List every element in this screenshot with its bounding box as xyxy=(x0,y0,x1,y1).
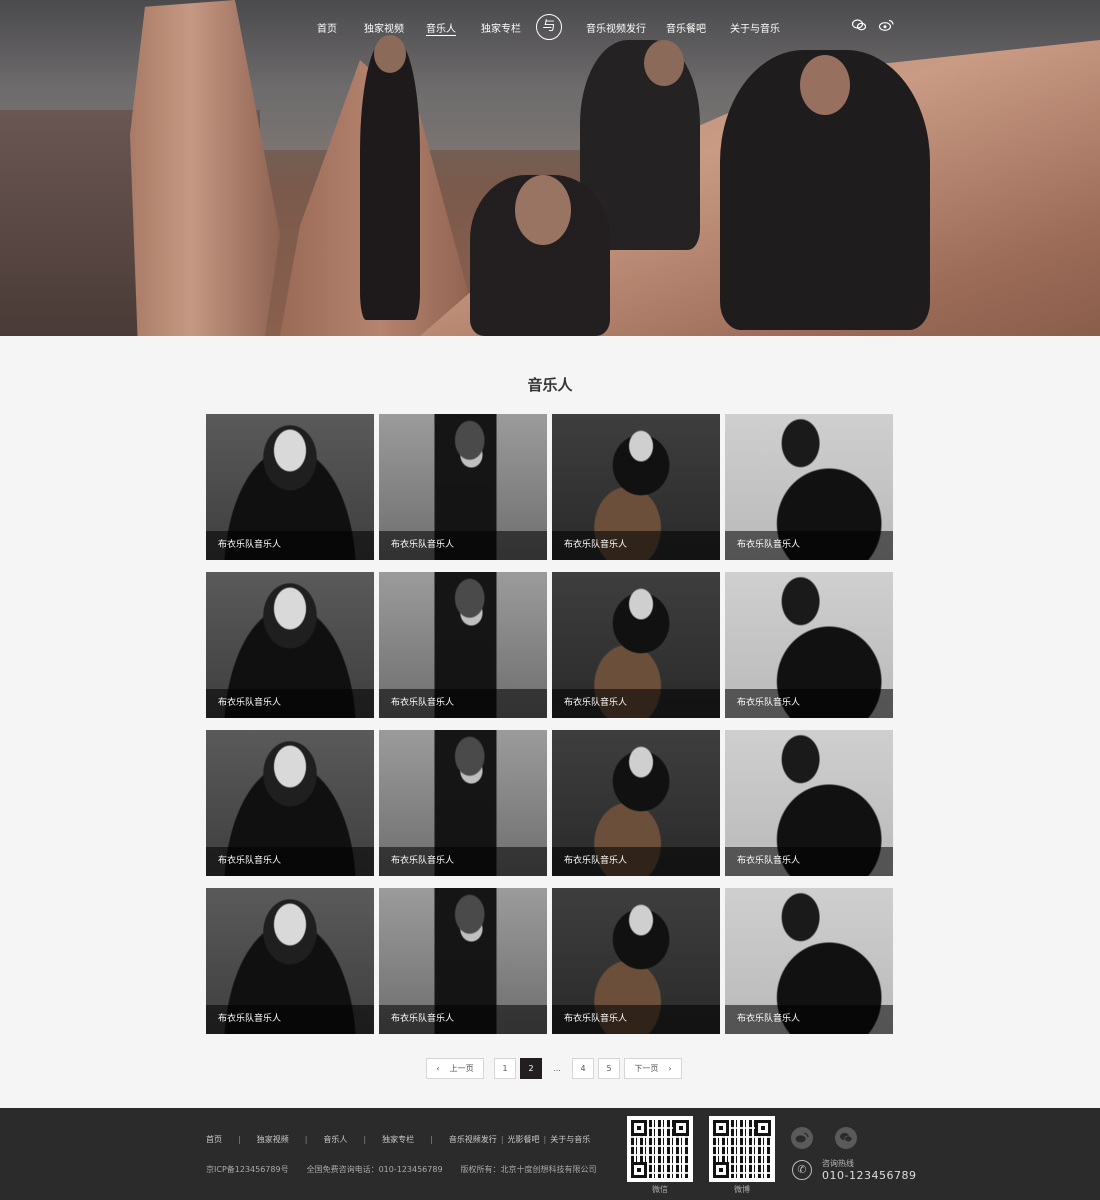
wechat-icon[interactable] xyxy=(835,1127,857,1149)
musician-caption: 布衣乐队音乐人 xyxy=(379,1005,547,1034)
hero-band-member-head xyxy=(800,55,850,115)
footer: 首页 | 独家视频 | 音乐人 | 独家专栏 | 音乐视频发行 | 光影餐吧 |… xyxy=(0,1108,1100,1200)
footer-link-home[interactable]: 首页 xyxy=(206,1134,222,1145)
prev-page-label: 上一页 xyxy=(449,1064,474,1073)
pagination: ‹ 上一页 1 2 ... 4 5 下一页 › xyxy=(426,1058,682,1079)
footer-separator: | xyxy=(430,1135,433,1144)
musician-card[interactable]: 布衣乐队音乐人 xyxy=(552,572,720,718)
musician-caption: 布衣乐队音乐人 xyxy=(725,847,893,876)
hero-band-member xyxy=(360,40,420,320)
musician-caption: 布衣乐队音乐人 xyxy=(725,689,893,718)
weibo-qr-label: 微博 xyxy=(734,1185,750,1194)
nav-item-exclusive-column[interactable]: 独家专栏 xyxy=(481,20,521,35)
musician-card[interactable]: 布衣乐队音乐人 xyxy=(206,414,374,560)
musician-caption: 布衣乐队音乐人 xyxy=(379,531,547,560)
musician-card[interactable]: 布衣乐队音乐人 xyxy=(379,888,547,1034)
musician-card[interactable]: 布衣乐队音乐人 xyxy=(206,730,374,876)
footer-link-about[interactable]: 关于与音乐 xyxy=(550,1134,590,1145)
page-number-button[interactable]: 4 xyxy=(572,1058,594,1079)
musician-caption: 布衣乐队音乐人 xyxy=(379,689,547,718)
chevron-right-icon: › xyxy=(668,1064,672,1073)
nav-item-music-video-release[interactable]: 音乐视频发行 xyxy=(586,20,646,35)
footer-separator: | xyxy=(304,1135,308,1144)
page-number-button[interactable]: 5 xyxy=(598,1058,620,1079)
musician-card[interactable]: 布衣乐队音乐人 xyxy=(552,888,720,1034)
musician-caption: 布衣乐队音乐人 xyxy=(379,847,547,876)
footer-phone-line: 全国免费咨询电话：010-123456789 xyxy=(306,1165,443,1174)
nav-item-music-bar[interactable]: 音乐餐吧 xyxy=(666,20,706,35)
musician-caption: 布衣乐队音乐人 xyxy=(725,531,893,560)
weibo-icon[interactable] xyxy=(791,1127,813,1149)
musician-card[interactable]: 布衣乐队音乐人 xyxy=(206,572,374,718)
musician-caption: 布衣乐队音乐人 xyxy=(552,847,720,876)
hero-band-member-head xyxy=(515,175,571,245)
page-ellipsis: ... xyxy=(553,1064,561,1073)
musician-card[interactable]: 布衣乐队音乐人 xyxy=(725,730,893,876)
site-logo[interactable]: 与 xyxy=(536,14,562,40)
phone-icon: ✆ xyxy=(792,1160,812,1180)
footer-link-exclusive-video[interactable]: 独家视频 xyxy=(257,1134,289,1145)
musician-card[interactable]: 布衣乐队音乐人 xyxy=(379,414,547,560)
top-navigation: 首页 独家视频 音乐人 独家专栏 与 音乐视频发行 音乐餐吧 关于与音乐 xyxy=(0,0,1100,56)
footer-separator: | xyxy=(363,1135,367,1144)
footer-link-musicians[interactable]: 音乐人 xyxy=(323,1134,347,1145)
prev-page-button[interactable]: ‹ 上一页 xyxy=(426,1058,484,1079)
footer-link-exclusive-column[interactable]: 独家专栏 xyxy=(382,1134,414,1145)
musician-caption: 布衣乐队音乐人 xyxy=(552,689,720,718)
musician-card[interactable]: 布衣乐队音乐人 xyxy=(725,572,893,718)
musician-card[interactable]: 布衣乐队音乐人 xyxy=(206,888,374,1034)
footer-link-music-video-release[interactable]: 音乐视频发行 xyxy=(449,1134,497,1145)
next-page-label: 下一页 xyxy=(634,1064,659,1073)
wechat-qr-label: 微信 xyxy=(652,1185,668,1194)
hotline-number: 010-123456789 xyxy=(822,1169,917,1182)
weibo-qr-code xyxy=(709,1116,775,1182)
nav-item-musicians[interactable]: 音乐人 xyxy=(426,20,456,36)
musician-caption: 布衣乐队音乐人 xyxy=(552,1005,720,1034)
next-page-button[interactable]: 下一页 › xyxy=(624,1058,682,1079)
musician-card[interactable]: 布衣乐队音乐人 xyxy=(725,888,893,1034)
footer-info: 京ICP备123456789号 全国免费咨询电话：010-123456789 版… xyxy=(206,1164,597,1175)
musician-caption: 布衣乐队音乐人 xyxy=(206,847,374,876)
wechat-icon[interactable] xyxy=(851,19,867,33)
footer-separator: | xyxy=(238,1135,241,1144)
musician-caption: 布衣乐队音乐人 xyxy=(206,689,374,718)
footer-nav: 首页 | 独家视频 | 音乐人 | 独家专栏 | 音乐视频发行 | 光影餐吧 |… xyxy=(206,1134,590,1145)
musician-card[interactable]: 布衣乐队音乐人 xyxy=(552,414,720,560)
weibo-icon[interactable] xyxy=(878,19,894,33)
page-title: 音乐人 xyxy=(527,376,573,394)
wechat-qr-code xyxy=(627,1116,693,1182)
musician-card[interactable]: 布衣乐队音乐人 xyxy=(379,572,547,718)
musician-caption: 布衣乐队音乐人 xyxy=(552,531,720,560)
musician-card[interactable]: 布衣乐队音乐人 xyxy=(552,730,720,876)
footer-copyright: 版权所有：北京十度创想科技有限公司 xyxy=(460,1165,597,1174)
footer-separator: | xyxy=(500,1135,504,1144)
musician-caption: 布衣乐队音乐人 xyxy=(206,531,374,560)
icp-number: 京ICP备123456789号 xyxy=(206,1165,289,1174)
hotline-label: 咨询热线 xyxy=(822,1159,854,1168)
musician-caption: 布衣乐队音乐人 xyxy=(206,1005,374,1034)
musician-card[interactable]: 布衣乐队音乐人 xyxy=(725,414,893,560)
musician-card[interactable]: 布衣乐队音乐人 xyxy=(379,730,547,876)
musician-caption: 布衣乐队音乐人 xyxy=(725,1005,893,1034)
chevron-left-icon: ‹ xyxy=(436,1064,440,1073)
nav-item-about[interactable]: 关于与音乐 xyxy=(730,20,780,35)
footer-link-light-bar[interactable]: 光影餐吧 xyxy=(508,1134,540,1145)
musician-grid: 布衣乐队音乐人 布衣乐队音乐人 布衣乐队音乐人 布衣乐队音乐人 布衣乐队音乐人 … xyxy=(206,414,894,1035)
page-number-button-current[interactable]: 2 xyxy=(520,1058,542,1079)
footer-separator: | xyxy=(543,1135,547,1144)
nav-item-home[interactable]: 首页 xyxy=(317,20,337,35)
page-number-button[interactable]: 1 xyxy=(494,1058,516,1079)
nav-item-exclusive-video[interactable]: 独家视频 xyxy=(364,20,404,35)
